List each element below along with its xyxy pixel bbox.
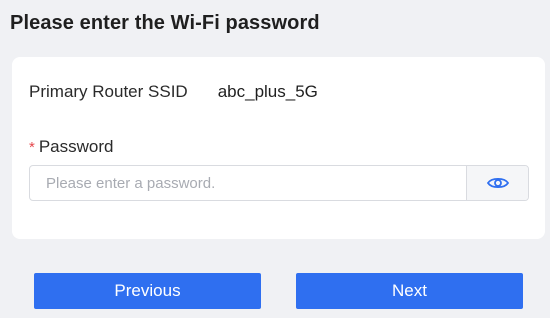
password-label-row: * Password	[29, 137, 113, 157]
required-marker: *	[29, 139, 35, 156]
password-input[interactable]	[30, 166, 466, 200]
password-label: Password	[38, 137, 114, 156]
next-button[interactable]: Next	[296, 273, 523, 309]
wifi-password-page: Please enter the Wi-Fi password Primary …	[0, 0, 550, 318]
ssid-value: abc_plus_5G	[217, 82, 318, 101]
eye-icon	[486, 177, 509, 189]
toggle-password-visibility-button[interactable]	[466, 166, 528, 200]
password-input-group	[29, 165, 529, 201]
previous-button[interactable]: Previous	[34, 273, 261, 309]
wifi-form-card: Primary Router SSID abc_plus_5G * Passwor…	[12, 57, 545, 239]
ssid-label: Primary Router SSID	[29, 82, 188, 101]
page-title: Please enter the Wi-Fi password	[10, 12, 320, 34]
ssid-row: Primary Router SSID abc_plus_5G	[29, 82, 318, 102]
